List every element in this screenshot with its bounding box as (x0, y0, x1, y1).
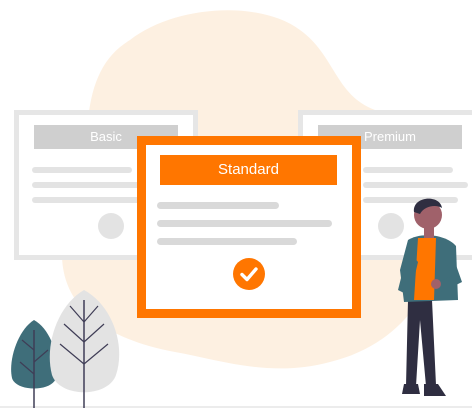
tree-grey-icon (49, 290, 120, 408)
person-figure (398, 198, 462, 396)
scene-decoration (0, 198, 472, 408)
pricing-plans-illustration: Basic Premium Standard (0, 0, 472, 408)
